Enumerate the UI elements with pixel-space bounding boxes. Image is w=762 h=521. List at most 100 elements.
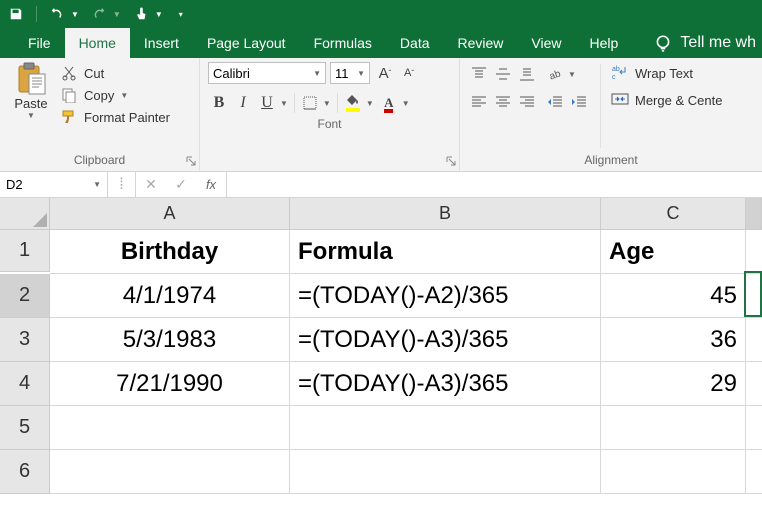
- cell-a5[interactable]: [50, 406, 290, 450]
- col-header-d[interactable]: [746, 198, 762, 230]
- redo-icon[interactable]: [89, 4, 109, 24]
- copy-label: Copy: [84, 88, 114, 103]
- fill-dropdown-icon[interactable]: ▼: [364, 99, 376, 108]
- tell-me[interactable]: Tell me wh: [654, 28, 762, 58]
- tab-file[interactable]: File: [14, 28, 65, 58]
- merge-center-button[interactable]: Merge & Cente: [611, 91, 722, 110]
- cell-d1[interactable]: [746, 230, 762, 274]
- font-color-button[interactable]: A ▼: [378, 92, 412, 114]
- col-header-c[interactable]: C: [601, 198, 746, 230]
- tab-help[interactable]: Help: [576, 28, 633, 58]
- bold-button[interactable]: B: [208, 92, 230, 114]
- tab-data[interactable]: Data: [386, 28, 444, 58]
- cell-c4[interactable]: 29: [601, 362, 746, 406]
- copy-dropdown-icon[interactable]: ▼: [120, 91, 128, 100]
- cell-b6[interactable]: [290, 450, 601, 494]
- group-alignment: ab ▼ abc Wrap Text Merge & Cente: [460, 58, 762, 171]
- cell-a2[interactable]: 4/1/1974: [50, 274, 290, 318]
- cancel-formula-button[interactable]: ✕: [136, 176, 166, 193]
- shrink-font-button[interactable]: Aˇ: [398, 62, 420, 84]
- row-header-6[interactable]: 6: [0, 450, 50, 494]
- font-name-combo[interactable]: Calibri▼: [208, 62, 326, 84]
- cut-button[interactable]: Cut: [60, 64, 170, 82]
- cell-c2[interactable]: 45: [601, 274, 746, 318]
- orientation-button[interactable]: ab: [544, 64, 566, 84]
- save-icon[interactable]: [6, 4, 26, 24]
- clipboard-launcher-icon[interactable]: [185, 155, 197, 167]
- italic-button[interactable]: I: [232, 92, 254, 114]
- paste-button[interactable]: Paste ▼: [8, 62, 54, 150]
- row-header-5[interactable]: 5: [0, 406, 50, 450]
- customize-qat-icon[interactable]: ▾: [179, 10, 183, 19]
- tab-insert[interactable]: Insert: [130, 28, 193, 58]
- format-painter-button[interactable]: Format Painter: [60, 108, 170, 126]
- font-color-dropdown-icon[interactable]: ▼: [400, 99, 412, 108]
- borders-dropdown-icon[interactable]: ▼: [321, 99, 333, 108]
- cell-c3[interactable]: 36: [601, 318, 746, 362]
- font-launcher-icon[interactable]: [445, 155, 457, 167]
- cell-d2[interactable]: [746, 274, 762, 318]
- cell-b4[interactable]: =(TODAY()-A3)/365: [290, 362, 601, 406]
- cell-a6[interactable]: [50, 450, 290, 494]
- cell-a3[interactable]: 5/3/1983: [50, 318, 290, 362]
- cell-c5[interactable]: [601, 406, 746, 450]
- undo-dropdown-icon[interactable]: ▼: [71, 10, 79, 19]
- align-left-button[interactable]: [468, 92, 490, 112]
- cell-b3[interactable]: =(TODAY()-A3)/365: [290, 318, 601, 362]
- cell-c6[interactable]: [601, 450, 746, 494]
- cell-c1[interactable]: Age: [601, 230, 746, 274]
- touch-dropdown-icon[interactable]: ▼: [155, 10, 163, 19]
- align-bottom-button[interactable]: [516, 64, 538, 84]
- fx-button[interactable]: fx: [196, 177, 226, 192]
- font-size-value: 11: [335, 66, 349, 81]
- cell-a4[interactable]: 7/21/1990: [50, 362, 290, 406]
- cell-d4[interactable]: [746, 362, 762, 406]
- cell-d5[interactable]: [746, 406, 762, 450]
- tab-view[interactable]: View: [517, 28, 575, 58]
- col-header-a[interactable]: A: [50, 198, 290, 230]
- tab-page-layout[interactable]: Page Layout: [193, 28, 300, 58]
- align-center-button[interactable]: [492, 92, 514, 112]
- row-header-2[interactable]: 2: [0, 274, 50, 318]
- tab-home[interactable]: Home: [65, 28, 130, 58]
- svg-text:c: c: [612, 74, 616, 80]
- touch-mode-icon[interactable]: [131, 4, 151, 24]
- svg-text:ab: ab: [612, 66, 620, 73]
- formula-input[interactable]: [227, 172, 762, 197]
- borders-button[interactable]: ▼: [299, 92, 333, 114]
- redo-dropdown-icon[interactable]: ▼: [113, 10, 121, 19]
- quick-access-toolbar: ▼ ▼ ▼ ▾: [0, 0, 762, 28]
- tab-formulas[interactable]: Formulas: [300, 28, 386, 58]
- increase-indent-button[interactable]: [568, 92, 590, 112]
- cell-b5[interactable]: [290, 406, 601, 450]
- grow-font-button[interactable]: Aˆ: [374, 62, 396, 84]
- name-box[interactable]: D2 ▼: [0, 172, 108, 197]
- name-box-handle[interactable]: ⁞: [108, 172, 136, 197]
- align-right-button[interactable]: [516, 92, 538, 112]
- fill-color-button[interactable]: ▼: [342, 92, 376, 114]
- cell-b2[interactable]: =(TODAY()-A2)/365: [290, 274, 601, 318]
- col-header-b[interactable]: B: [290, 198, 601, 230]
- svg-text:ab: ab: [548, 68, 563, 81]
- orientation-dropdown-icon[interactable]: ▼: [568, 70, 576, 79]
- decrease-indent-button[interactable]: [544, 92, 566, 112]
- underline-button[interactable]: U: [256, 92, 278, 114]
- align-top-button[interactable]: [468, 64, 490, 84]
- select-all-corner[interactable]: [0, 198, 50, 230]
- undo-icon[interactable]: [47, 4, 67, 24]
- font-size-combo[interactable]: 11▼: [330, 62, 370, 84]
- cell-d3[interactable]: [746, 318, 762, 362]
- paste-dropdown-icon[interactable]: ▼: [27, 111, 35, 120]
- align-middle-button[interactable]: [492, 64, 514, 84]
- wrap-text-button[interactable]: abc Wrap Text: [611, 64, 722, 83]
- tab-review[interactable]: Review: [444, 28, 518, 58]
- underline-dropdown-icon[interactable]: ▼: [278, 99, 290, 108]
- cell-d6[interactable]: [746, 450, 762, 494]
- row-header-1[interactable]: 1: [0, 230, 50, 272]
- row-header-4[interactable]: 4: [0, 362, 50, 406]
- copy-button[interactable]: Copy ▼: [60, 86, 170, 104]
- cell-a1[interactable]: Birthday: [50, 230, 290, 274]
- cell-b1[interactable]: Formula: [290, 230, 601, 274]
- row-header-3[interactable]: 3: [0, 318, 50, 362]
- enter-formula-button[interactable]: ✓: [166, 176, 196, 193]
